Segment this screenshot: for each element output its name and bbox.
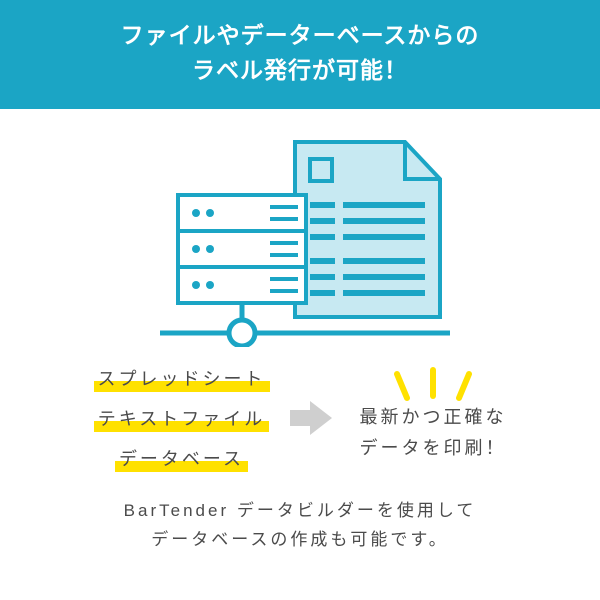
footer-text: BarTender データビルダーを使用して データベースの作成も可能です。	[0, 497, 600, 555]
banner: ファイルやデーターベースからの ラベル発行が可能！	[0, 0, 600, 109]
result-line2: データを印刷！	[360, 433, 507, 464]
banner-line2: ラベル発行が可能！	[10, 53, 590, 88]
source-item-textfile: テキストファイル	[94, 405, 269, 431]
source-item-spreadsheet: スプレッドシート	[94, 365, 270, 391]
result-block: 最新かつ正確な データを印刷！	[360, 372, 507, 463]
source-list: スプレッドシート テキストファイル データベース	[94, 365, 270, 471]
arrow-right-icon	[288, 397, 334, 439]
result-line1: 最新かつ正確な	[360, 402, 507, 433]
content-row: スプレッドシート テキストファイル データベース 最新かつ正確な データを印刷！	[0, 365, 600, 471]
emphasis-rays-icon	[373, 366, 493, 406]
banner-line1: ファイルやデーターベースからの	[10, 18, 590, 53]
database-document-icon	[140, 137, 460, 347]
illustration	[0, 137, 600, 347]
footer-line2: データベースの作成も可能です。	[0, 526, 600, 555]
source-item-database: データベース	[115, 445, 248, 471]
footer-line1: BarTender データビルダーを使用して	[0, 497, 600, 526]
